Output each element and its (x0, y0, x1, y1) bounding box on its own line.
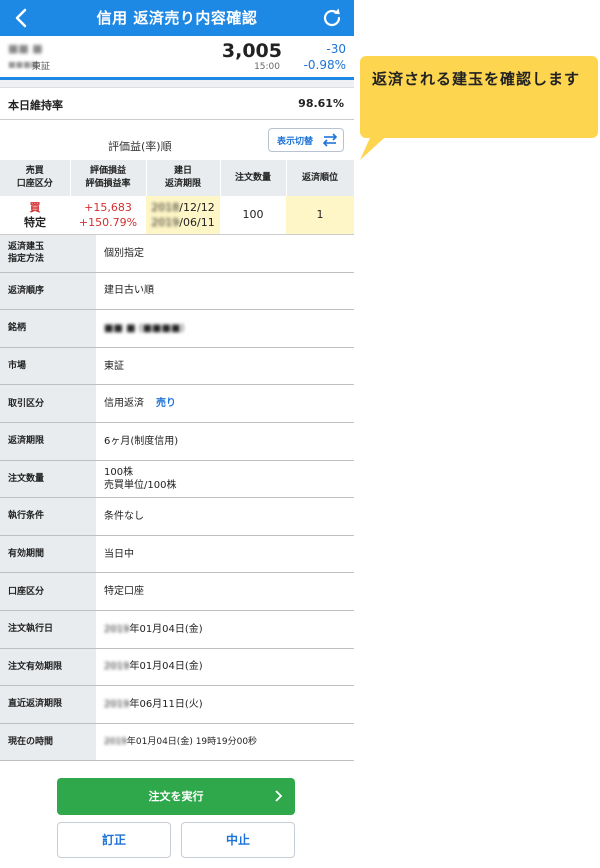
annotation-text: 返済される建玉を確認します (372, 70, 581, 88)
detail-value: 信用返済 売り (104, 398, 176, 410)
app-screen: 信用 返済売り内容確認 ■■ ■ ■■■■ 東証 3,005 15:00 -30… (0, 0, 355, 868)
detail-value: 建日古い順 (104, 285, 154, 297)
detail-row: 注文有効期限 2019 年01月04日(金) (0, 648, 354, 687)
position-side-account: 買特定 (0, 196, 70, 235)
detail-row: 有効期間 当日中 (0, 535, 354, 574)
detail-row: 注文執行日 2019 年01月04日(金) (0, 610, 354, 649)
detail-label: 口座区分 (0, 573, 96, 610)
stock-name: ■■ ■ (8, 42, 43, 55)
detail-value: 特定口座 (104, 586, 144, 598)
stock-market: 東証 (32, 62, 51, 72)
detail-row: 返済順序 建日古い順 (0, 272, 354, 311)
detail-row: 返済期限 6ヶ月(制度信用) (0, 422, 354, 461)
detail-label: 注文執行日 (0, 610, 96, 648)
order-details: 返済建玉 指定方法 個別指定 返済順序 建日古い順 銘柄 ■■ ■ (■■■■) 市場… (0, 235, 354, 762)
detail-row: 執行条件 条件なし (0, 498, 354, 536)
detail-row: 銘柄 ■■ ■ (■■■■) (0, 310, 354, 348)
sort-row: 評価益(率)順 表示切替 (0, 120, 354, 160)
execute-order-button[interactable]: 注文を実行 (57, 778, 295, 815)
position-side: 買 (29, 200, 41, 214)
cancel-button[interactable]: 中止 (181, 822, 295, 858)
detail-row: 注文数量 100株 売買単位/100株 (0, 460, 354, 499)
detail-value: 2019 年01月04日(金) (104, 661, 203, 673)
display-switch-button[interactable]: 表示切替 (268, 128, 344, 152)
detail-value: 2019 年01月04日(金) 19時19分00秒 (104, 736, 258, 747)
detail-row: 取引区分 信用返済 売り (0, 385, 354, 423)
detail-value: 条件なし (104, 510, 144, 522)
detail-value: 東証 (104, 360, 124, 372)
stock-summary: ■■ ■ ■■■■ 東証 3,005 15:00 -30 -0.98% (0, 36, 354, 80)
detail-label: 執行条件 (0, 498, 96, 535)
sort-order-label: 評価益(率)順 (108, 140, 172, 153)
position-account: 特定 (24, 215, 46, 229)
display-switch-label: 表示切替 (277, 137, 314, 147)
annotation-callout: 返済される建玉を確認します (360, 56, 598, 138)
detail-row: 口座区分 特定口座 (0, 573, 354, 611)
detail-label: 取引区分 (0, 385, 96, 422)
detail-label: 返済期限 (0, 422, 96, 460)
position-table: 売買 口座区分 評価損益 評価損益率 建日 返済期限 注文数量 返済順位 買特定 +1… (0, 160, 355, 235)
detail-value: 2019 年06月11日(火) (104, 698, 203, 710)
section-divider (0, 80, 354, 88)
header-order-quantity: 注文数量 (220, 160, 287, 196)
position-quantity: 100 (220, 196, 286, 235)
detail-row: 現在の時間 2019 年01月04日(金) 19時19分00秒 (0, 723, 354, 762)
chevron-right-icon (275, 790, 283, 802)
swap-arrows-icon (322, 133, 338, 147)
stock-price: 3,005 (221, 40, 282, 62)
price-change-percent: -0.98% (303, 58, 346, 72)
execute-order-label: 注文を実行 (148, 790, 204, 803)
header-open-date: 建日 返済期限 (146, 160, 221, 196)
header-profit-loss: 評価損益 評価損益率 (70, 160, 147, 196)
page-title: 信用 返済売り内容確認 (96, 9, 258, 27)
detail-label: 注文数量 (0, 460, 96, 498)
price-time: 15:00 (254, 62, 280, 72)
position-table-header: 売買 口座区分 評価損益 評価損益率 建日 返済期限 注文数量 返済順位 (0, 160, 355, 196)
reload-icon[interactable] (320, 6, 344, 30)
table-row[interactable]: 買特定 +15,683 +150.79% 2018/12/12 2019/06/11… (0, 196, 354, 235)
header-repay-order: 返済順位 (286, 160, 355, 196)
detail-value: 100株 売買単位/100株 (104, 466, 177, 491)
detail-label: 有効期間 (0, 535, 96, 573)
detail-label: 注文有効期限 (0, 648, 96, 686)
detail-label: 市場 (0, 347, 96, 385)
correct-button[interactable]: 訂正 (57, 822, 171, 858)
header-buysell: 売買 口座区分 (0, 160, 71, 196)
detail-label: 現在の時間 (0, 723, 96, 761)
detail-value: 当日中 (104, 548, 134, 560)
position-dates: 2018/12/12 2019/06/11 (146, 196, 220, 235)
detail-value: 個別指定 (104, 247, 144, 259)
detail-value: 6ヶ月(制度信用) (104, 435, 179, 447)
position-repay-order: 1 (286, 196, 354, 235)
detail-label: 銘柄 (0, 310, 96, 347)
maintenance-rate-row: 本日維持率 98.61% (0, 88, 354, 120)
maintenance-rate-value: 98.61% (298, 97, 344, 110)
position-profit-loss: +15,683 +150.79% (70, 196, 146, 235)
detail-row: 市場 東証 (0, 347, 354, 386)
sell-label: 売り (156, 398, 176, 410)
detail-row: 返済建玉 指定方法 個別指定 (0, 235, 354, 273)
detail-row: 直近返済期限 2019 年06月11日(火) (0, 686, 354, 724)
maintenance-rate-label: 本日維持率 (8, 99, 63, 112)
detail-value: 2019 年01月04日(金) (104, 623, 203, 635)
detail-label: 返済順序 (0, 272, 96, 310)
detail-label: 返済建玉 指定方法 (0, 235, 96, 272)
detail-value: ■■ ■ (■■■■) (104, 322, 185, 334)
app-header: 信用 返済売り内容確認 (0, 0, 354, 36)
price-change: -30 (326, 42, 346, 56)
detail-label: 直近返済期限 (0, 686, 96, 723)
